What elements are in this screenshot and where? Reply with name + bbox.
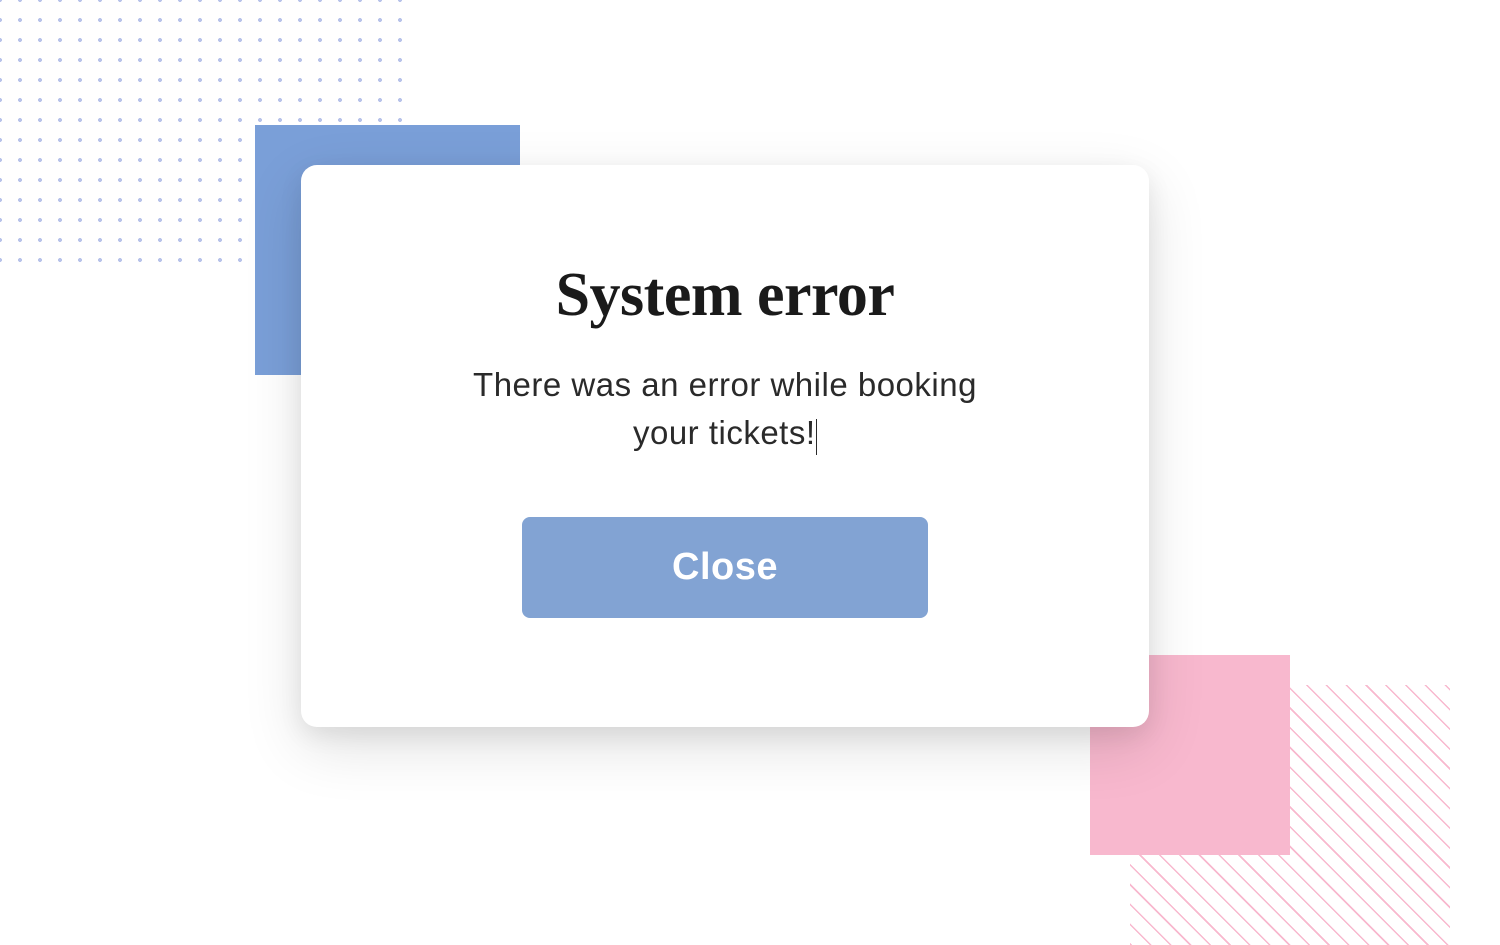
text-cursor-icon	[816, 419, 818, 455]
modal-message-text: There was an error while booking your ti…	[473, 366, 977, 451]
modal-title: System error	[556, 260, 895, 331]
error-modal: System error There was an error while bo…	[301, 165, 1149, 727]
close-button[interactable]: Close	[522, 517, 928, 618]
modal-message: There was an error while booking your ti…	[465, 361, 985, 457]
